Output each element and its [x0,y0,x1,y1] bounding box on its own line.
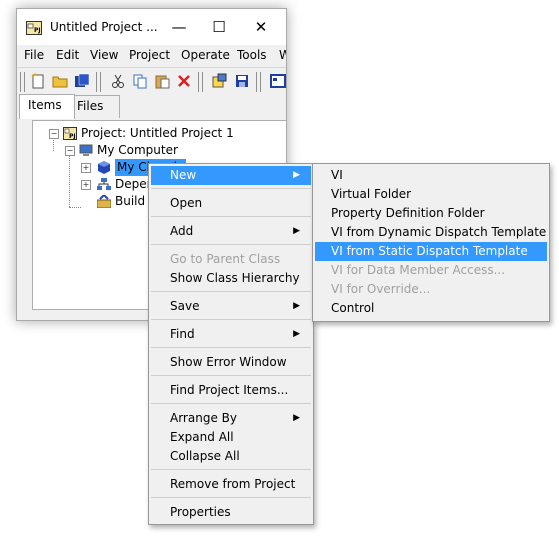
menu-file[interactable]: File [24,48,44,62]
menu-edit[interactable]: Edit [56,48,79,62]
menu-view[interactable]: View [90,48,118,62]
paste-icon[interactable] [153,72,171,90]
svg-text:PJ: PJ [69,133,76,140]
copy-icon[interactable] [131,72,149,90]
menu-item-add[interactable]: Add ▶ [151,222,311,241]
class-cube-icon [98,161,110,174]
menu-separator [151,216,311,217]
toolbar-grip[interactable] [20,72,25,92]
menu-item-collapse-all[interactable]: Collapse All [151,447,311,466]
menu-item-open[interactable]: Open [151,194,311,213]
project-icon: PJ [63,127,77,140]
context-menu: New ▶ Open Add ▶ Go to Parent Class Show C… [148,163,314,525]
toolbar [17,67,286,94]
submenu-item-control[interactable]: Control [315,299,547,318]
menu-tools[interactable]: Tools [237,48,267,62]
menu-item-save[interactable]: Save ▶ [151,297,311,316]
tree-label-project: Project: Untitled Project 1 [81,126,234,140]
tree-row-my-computer[interactable]: − My Computer [33,142,283,159]
dependencies-icon [97,178,111,190]
tab-items[interactable]: Items [19,94,75,119]
menu-separator [151,188,311,189]
properties-icon[interactable] [269,72,286,90]
submenu-item-vi-for-data-member-access[interactable]: VI for Data Member Access... [315,261,547,280]
toolbar-separator [198,72,203,92]
expand-icon[interactable]: + [81,180,91,190]
menu-separator [151,469,311,470]
collapse-icon[interactable]: − [49,129,59,139]
new-icon[interactable] [29,72,47,90]
chevron-right-icon: ▶ [293,329,300,339]
menu-item-show-class-hierarchy[interactable]: Show Class Hierarchy [151,269,311,288]
view-tabs: Items Files [17,94,286,119]
menu-separator [151,497,311,498]
tree-row-project[interactable]: − PJ Project: Untitled Project 1 [33,125,283,142]
menu-project[interactable]: Project [129,48,170,62]
menu-separator [151,403,311,404]
open-icon[interactable] [51,72,69,90]
svg-text:PJ: PJ [34,27,41,34]
menu-item-remove-from-project[interactable]: Remove from Project [151,475,311,494]
submenu-item-virtual-folder[interactable]: Virtual Folder [315,185,547,204]
menu-separator [151,291,311,292]
build-specifications-icon [97,195,111,208]
menu-item-go-to-parent-class[interactable]: Go to Parent Class [151,250,311,269]
chevron-right-icon: ▶ [293,301,300,311]
menu-separator [151,319,311,320]
submenu-item-vi[interactable]: VI [315,166,547,185]
title-bar[interactable]: PJ Untitled Project ... — ☐ ✕ [17,9,286,45]
close-button[interactable]: ✕ [239,9,283,45]
toolbar-separator [96,72,101,92]
submenu-item-property-definition-folder[interactable]: Property Definition Folder [315,204,547,223]
menu-operate[interactable]: Operate [181,48,230,62]
expand-icon[interactable]: + [81,163,91,173]
menu-item-expand-all[interactable]: Expand All [151,428,311,447]
labview-project-icon: PJ [26,21,42,35]
tab-files[interactable]: Files [68,95,120,118]
menu-separator [151,347,311,348]
maximize-button[interactable]: ☐ [197,9,241,45]
build-icon[interactable] [211,72,229,90]
menu-window[interactable]: W [279,48,286,62]
new-submenu: VI Virtual Folder Property Definition Fo… [312,163,550,322]
submenu-item-vi-for-override[interactable]: VI for Override... [315,280,547,299]
save-icon[interactable] [233,72,251,90]
chevron-right-icon: ▶ [293,226,300,236]
cut-icon[interactable] [109,72,127,90]
window-title: Untitled Project ... [50,20,158,34]
submenu-item-vi-from-static-dispatch-template[interactable]: VI from Static Dispatch Template [315,242,547,261]
minimize-button[interactable]: — [157,9,201,45]
chevron-right-icon: ▶ [293,170,300,180]
collapse-icon[interactable]: − [65,146,75,156]
save-all-icon[interactable] [73,72,91,90]
menu-separator [151,244,311,245]
menu-item-find-project-items[interactable]: Find Project Items... [151,381,311,400]
tree-label-my-computer: My Computer [97,143,178,157]
chevron-right-icon: ▶ [293,413,300,423]
menu-separator [151,375,311,376]
menu-item-show-error-window[interactable]: Show Error Window [151,353,311,372]
menu-bar: File Edit View Project Operate Tools W [17,45,286,65]
menu-item-properties[interactable]: Properties [151,503,311,522]
menu-item-arrange-by[interactable]: Arrange By ▶ [151,409,311,428]
toolbar-separator [256,72,261,92]
submenu-item-vi-from-dynamic-dispatch-template[interactable]: VI from Dynamic Dispatch Template [315,223,547,242]
computer-icon [79,144,93,156]
menu-item-new[interactable]: New ▶ [151,166,311,185]
delete-icon[interactable] [175,72,193,90]
menu-item-find[interactable]: Find ▶ [151,325,311,344]
